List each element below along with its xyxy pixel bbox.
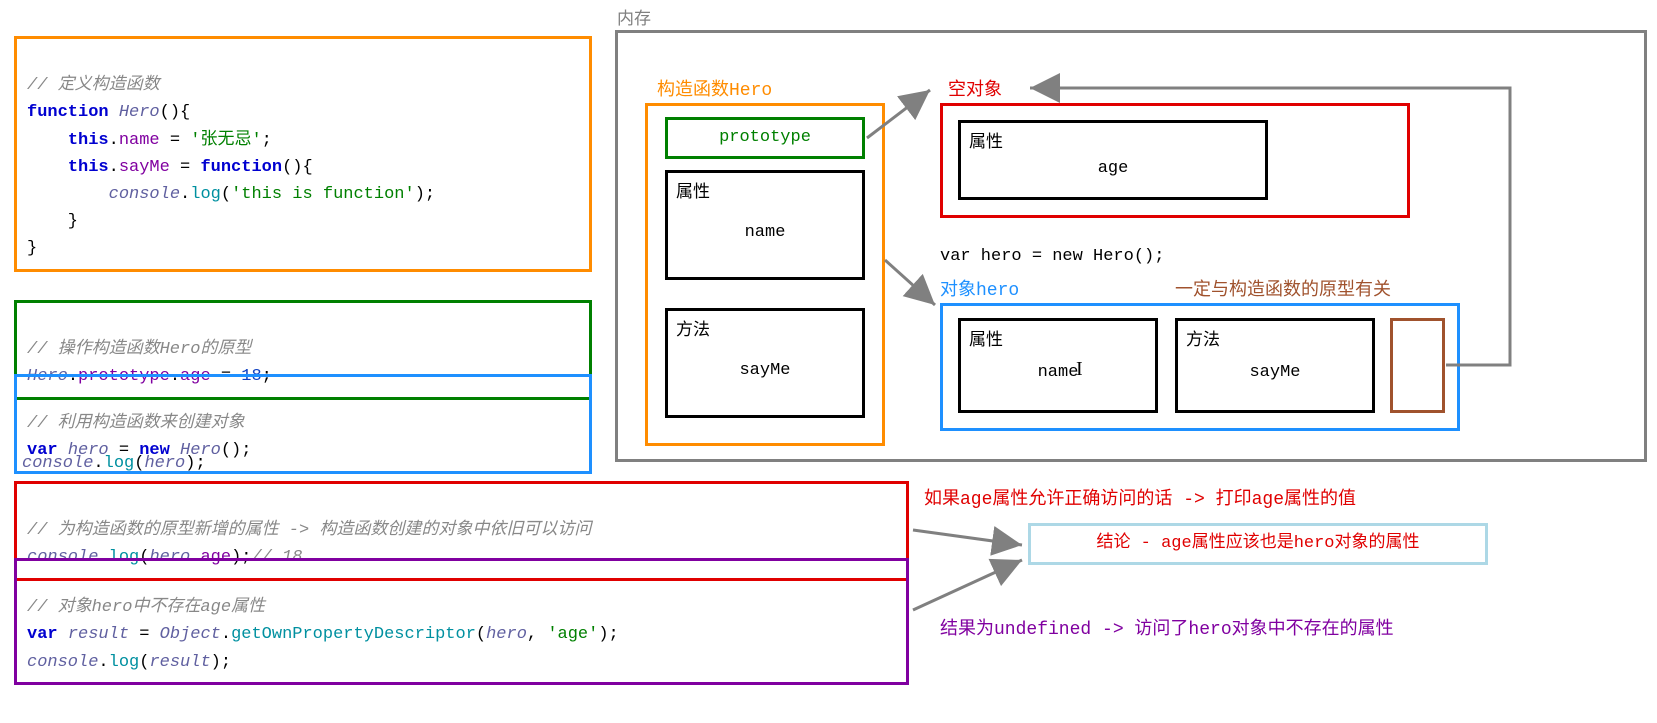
- attr-label: 属性: [676, 177, 710, 203]
- method-label: 方法: [1186, 325, 1220, 351]
- empty-object-label: 空对象: [948, 75, 1002, 101]
- proto-link-box: [1390, 318, 1445, 413]
- comment: // 对象hero中不存在age属性: [27, 598, 265, 617]
- comment: // 利用构造函数来创建对象: [27, 414, 245, 433]
- attr-name-box: 属性 name: [665, 170, 865, 280]
- memory-label: 内存: [617, 4, 651, 30]
- name-text: name: [668, 223, 862, 242]
- hero-attr-name-box: 属性 name: [958, 318, 1158, 413]
- code-line-log-hero: console.log(hero);: [22, 450, 206, 477]
- age-text: age: [961, 159, 1265, 178]
- proto-relation-label: 一定与构造函数的原型有关: [1175, 275, 1391, 301]
- comment: // 定义构造函数: [27, 76, 160, 95]
- sayme-text: sayMe: [668, 361, 862, 380]
- method-sayme-box: 方法 sayMe: [665, 308, 865, 418]
- red-annotation: 如果age属性允许正确访问的话 -> 打印age属性的值: [924, 484, 1356, 510]
- sayme-text: sayMe: [1178, 363, 1372, 382]
- conclusion-box: 结论 - age属性应该也是hero对象的属性: [1028, 523, 1488, 565]
- comment: // 为构造函数的原型新增的属性 -> 构造函数创建的对象中依旧可以访问: [27, 521, 591, 540]
- code-block-constructor: // 定义构造函数 function Hero(){ this.name = '…: [14, 36, 592, 272]
- obj-hero-label: 对象hero: [940, 275, 1019, 301]
- attr-label: 属性: [969, 127, 1003, 153]
- constructor-hero-label: 构造函数Hero: [657, 75, 772, 101]
- text-cursor-icon: I: [1076, 358, 1083, 381]
- hero-method-sayme-box: 方法 sayMe: [1175, 318, 1375, 413]
- new-hero-code-text: var hero = new Hero();: [940, 247, 1164, 266]
- prototype-box: prototype: [665, 117, 865, 159]
- method-label: 方法: [676, 315, 710, 341]
- code-block-descriptor: // 对象hero中不存在age属性 var result = Object.g…: [14, 558, 909, 685]
- attr-label: 属性: [969, 325, 1003, 351]
- comment: // 操作构造函数Hero的原型: [27, 340, 251, 359]
- name-text: name: [961, 363, 1155, 382]
- purple-annotation: 结果为undefined -> 访问了hero对象中不存在的属性: [940, 614, 1394, 640]
- attr-age-box: 属性 age: [958, 120, 1268, 200]
